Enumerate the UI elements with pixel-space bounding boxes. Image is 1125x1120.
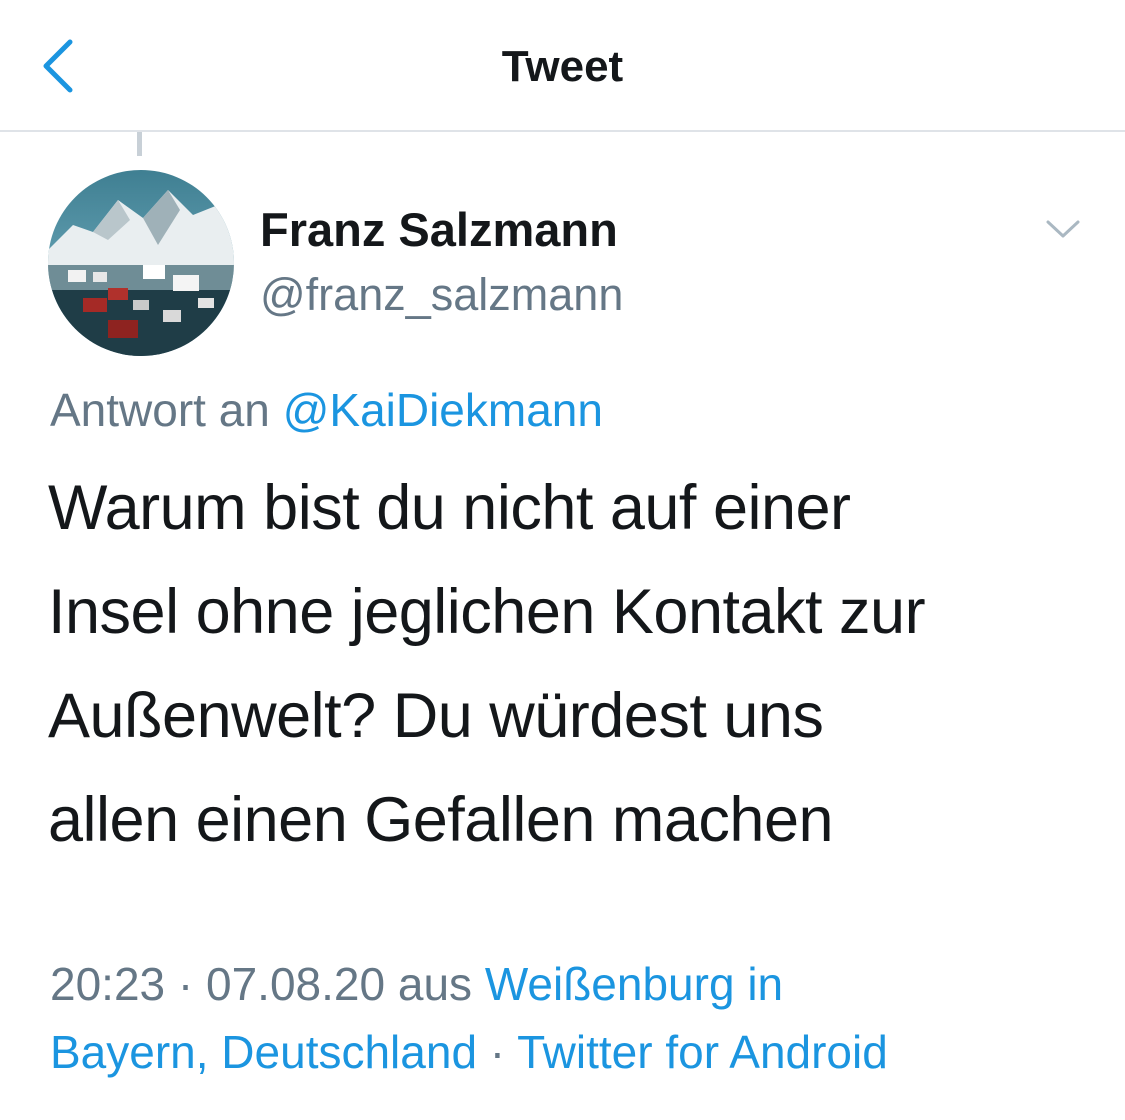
- tweet-text-line: allen einen Gefallen machen: [48, 785, 834, 855]
- location-link[interactable]: Weißenburg in: [485, 958, 783, 1010]
- tweet-text-line: Warum bist du nicht auf einer: [48, 473, 851, 543]
- metadata-line-1: 20:23 · 07.08.20 aus Weißenburg in: [50, 950, 1110, 1018]
- avatar-image: [48, 170, 234, 356]
- reply-prefix: Antwort an: [50, 384, 270, 436]
- avatar[interactable]: [48, 170, 234, 356]
- metadata-line-2: Bayern, Deutschland · Twitter for Androi…: [50, 1018, 1110, 1086]
- from-label: aus: [385, 958, 485, 1010]
- tweet-text: Warum bist du nicht auf einer Insel ohne…: [48, 456, 1088, 872]
- page-title: Tweet: [501, 42, 624, 91]
- tweet-date: 07.08.20: [206, 958, 386, 1010]
- author-display-name[interactable]: Franz Salzmann: [260, 200, 618, 260]
- navigation-bar: Tweet: [0, 0, 1125, 132]
- reply-context: Antwort an @KaiDiekmann: [50, 380, 603, 440]
- separator: ·: [165, 958, 207, 1010]
- tweet-text-line: Außenwelt? Du würdest uns: [48, 681, 824, 751]
- more-options-button[interactable]: [1040, 210, 1086, 246]
- author-handle[interactable]: @franz_salzmann: [260, 266, 623, 324]
- tweet-text-line: Insel ohne jeglichen Kontakt zur: [48, 577, 926, 647]
- thread-connector-line: [137, 132, 142, 156]
- location-link-continued[interactable]: Bayern, Deutschland: [50, 1026, 477, 1078]
- tweet-time: 20:23: [50, 958, 166, 1010]
- tweet-metadata: 20:23 · 07.08.20 aus Weißenburg in Bayer…: [50, 950, 1110, 1086]
- separator: ·: [477, 1026, 518, 1078]
- source-app-link[interactable]: Twitter for Android: [517, 1026, 888, 1078]
- chevron-down-icon: [1046, 220, 1080, 238]
- reply-mention-link[interactable]: @KaiDiekmann: [283, 384, 603, 436]
